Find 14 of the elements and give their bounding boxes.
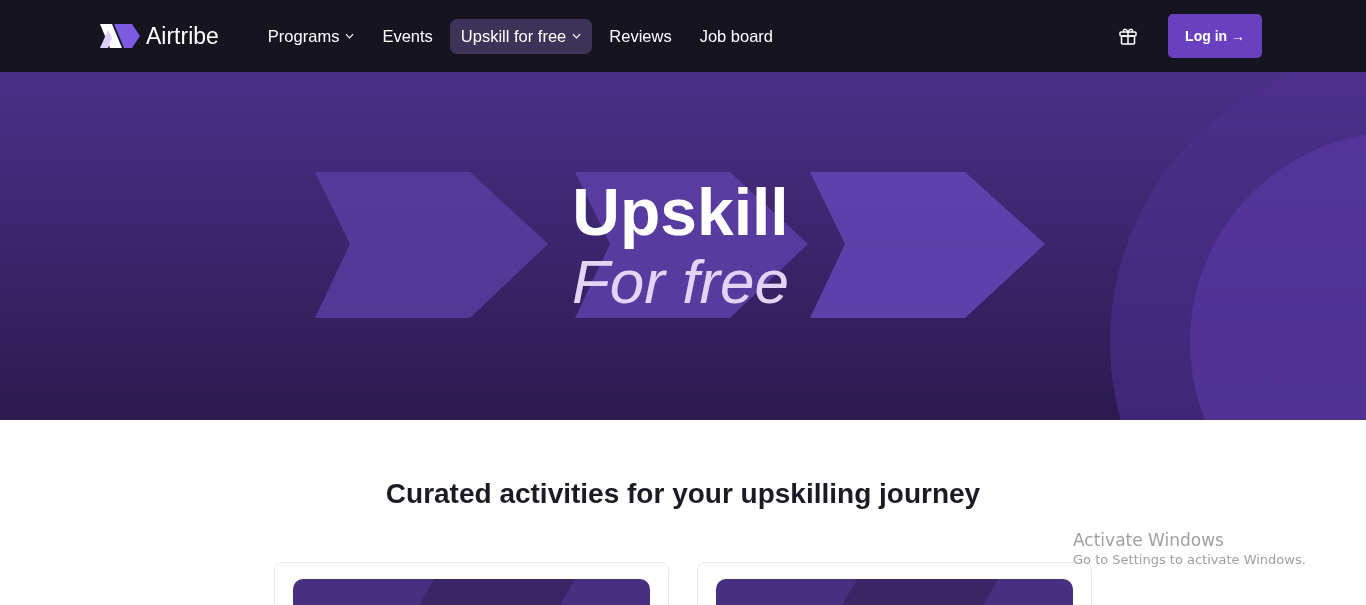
nav-link[interactable]: Upskill for free <box>449 18 593 54</box>
login-button[interactable]: Log in → <box>1168 14 1262 58</box>
nav-link[interactable]: Events <box>371 18 444 54</box>
logo-icon[interactable] <box>100 24 140 48</box>
section-heading: Curated activities for your upskilling journey <box>385 478 981 510</box>
nav-link[interactable]: Reviews <box>598 18 683 54</box>
nav-link[interactable]: Job board <box>688 18 785 54</box>
gift-icon[interactable] <box>1118 26 1139 46</box>
hero-subtitle: For free <box>571 248 790 317</box>
activation-subtitle: Go to Settings to activate Windows. <box>1073 552 1306 567</box>
nav-link[interactable]: Programs <box>256 18 366 54</box>
brand-name[interactable]: Airtribe <box>146 22 219 50</box>
hero-title: Upskill <box>571 175 790 249</box>
activation-title: Activate Windows <box>1073 530 1225 550</box>
